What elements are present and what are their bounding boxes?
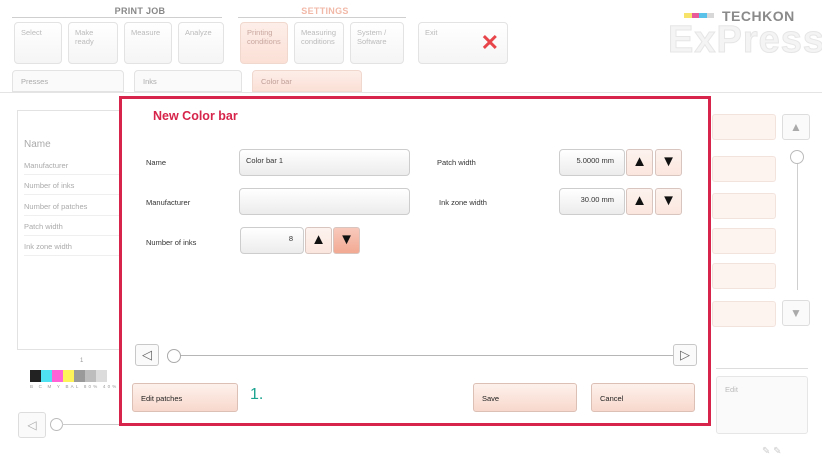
list-item: Number of patches — [24, 202, 120, 216]
ink-zone-width-label: Ink zone width — [439, 198, 487, 207]
ink-zone-width-field[interactable]: 30.00 mm — [559, 188, 625, 215]
logo-product: ExPresso — [667, 19, 822, 61]
menu-measure-button[interactable]: Measure — [124, 22, 172, 64]
bottom-prev-arrow[interactable]: ◁ — [18, 412, 46, 438]
side-button[interactable] — [712, 301, 776, 327]
edit-label: Edit — [725, 385, 738, 394]
tools-icon: ✎ ✎ — [762, 446, 782, 457]
save-button[interactable]: Save — [473, 383, 577, 412]
zone-width-decrement-button[interactable]: ▼ — [655, 188, 682, 215]
patch-width-increment-button[interactable]: ▲ — [626, 149, 653, 176]
print-job-divider — [12, 17, 222, 18]
inks-increment-button[interactable]: ▲ — [305, 227, 332, 254]
patch-slider-knob[interactable] — [167, 349, 181, 363]
new-color-bar-dialog: New Color bar Name Color bar 1 Manufactu… — [119, 96, 711, 426]
settings-group-title: SETTINGS — [301, 6, 349, 16]
tab-color-bar[interactable]: Color bar — [252, 70, 362, 92]
list-item: Ink zone width — [24, 242, 120, 256]
side-button[interactable] — [712, 114, 776, 140]
print-job-group-title: PRINT JOB — [114, 6, 166, 16]
name-field[interactable]: Color bar 1 — [239, 149, 410, 176]
annotation-label: 1. — [250, 386, 264, 403]
side-button[interactable] — [712, 156, 776, 182]
color-bar-swatches — [30, 370, 107, 382]
number-of-inks-field[interactable]: 8 — [240, 227, 304, 254]
name-label: Name — [146, 158, 167, 167]
menu-system-software-button[interactable]: System / Software — [350, 22, 404, 64]
ruler-number: 1 — [80, 358, 84, 364]
scroll-track — [797, 150, 798, 290]
side-button[interactable] — [712, 193, 776, 219]
zone-width-increment-button[interactable]: ▲ — [626, 188, 653, 215]
list-item: Number of inks — [24, 181, 120, 195]
side-button[interactable] — [712, 263, 776, 289]
list-header: Name — [24, 139, 51, 150]
menu-measuring-conditions-button[interactable]: Measuring conditions — [294, 22, 344, 64]
scroll-up-arrow[interactable]: ▲ — [782, 114, 810, 140]
logo-color-bars — [684, 13, 714, 18]
scroll-knob[interactable] — [790, 150, 804, 164]
number-of-inks-label: Number of inks — [146, 238, 197, 247]
scroll-down-arrow[interactable]: ▼ — [782, 300, 810, 326]
tab-presses[interactable]: Presses — [12, 70, 124, 92]
slider-next-arrow[interactable]: ▷ — [673, 344, 697, 366]
color-bar-details-panel: Name Manufacturer Number of inks Number … — [17, 110, 125, 350]
bottom-right-divider — [716, 368, 808, 369]
exit-button[interactable]: Exit ✕ — [418, 22, 508, 64]
close-icon: ✕ — [480, 30, 499, 55]
slider-prev-arrow[interactable]: ◁ — [135, 344, 159, 366]
patch-width-label: Patch width — [437, 158, 476, 167]
side-button[interactable] — [712, 228, 776, 254]
menu-select-button[interactable]: Select — [14, 22, 62, 64]
edit-patches-button[interactable]: Edit patches — [132, 383, 238, 412]
list-item: Patch width — [24, 222, 120, 236]
bottom-slider-line — [62, 424, 120, 425]
list-item: Manufacturer — [24, 161, 120, 175]
manufacturer-field[interactable] — [239, 188, 410, 215]
edit-button[interactable]: Edit — [716, 376, 808, 434]
patch-width-field[interactable]: 5.0000 mm — [559, 149, 625, 176]
tab-inks[interactable]: Inks — [134, 70, 242, 92]
cancel-button[interactable]: Cancel — [591, 383, 695, 412]
patch-width-decrement-button[interactable]: ▼ — [655, 149, 682, 176]
swatch-labels: B C M Y BAL 80% 40% — [30, 384, 119, 389]
dialog-title: New Color bar — [153, 109, 238, 123]
exit-label: Exit — [425, 28, 438, 37]
patch-slider-track — [172, 355, 677, 356]
menu-printing-conditions-button[interactable]: Printing conditions — [240, 22, 288, 64]
manufacturer-label: Manufacturer — [146, 198, 191, 207]
inks-decrement-button[interactable]: ▼ — [333, 227, 360, 254]
tab-divider — [0, 92, 822, 93]
menu-make-ready-button[interactable]: Make ready — [68, 22, 118, 64]
settings-divider — [238, 17, 406, 18]
menu-analyze-button[interactable]: Analyze — [178, 22, 224, 64]
